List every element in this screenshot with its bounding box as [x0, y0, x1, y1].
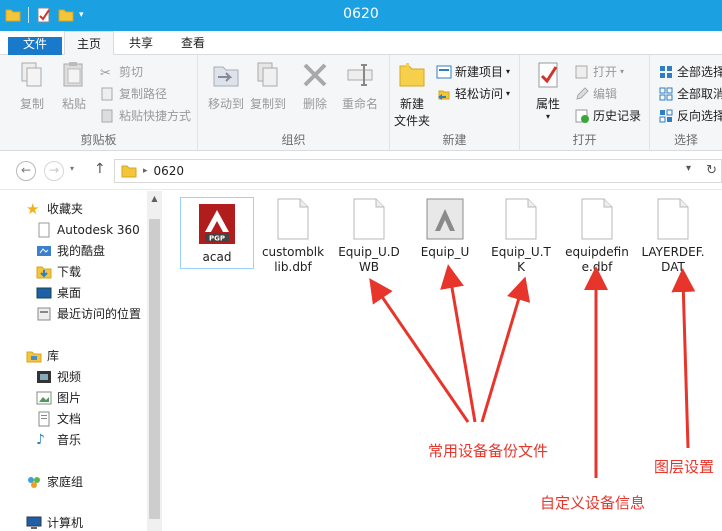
annotation-arrows — [369, 264, 696, 478]
arrow-to-equip-tk — [480, 276, 531, 423]
annotation-custom-equipment: 自定义设备信息 — [540, 494, 646, 512]
annotation-layer-settings: 图层设置 — [654, 458, 715, 476]
arrow-to-layerdef — [671, 268, 696, 449]
annotation-backup-files: 常用设备备份文件 — [428, 442, 549, 460]
